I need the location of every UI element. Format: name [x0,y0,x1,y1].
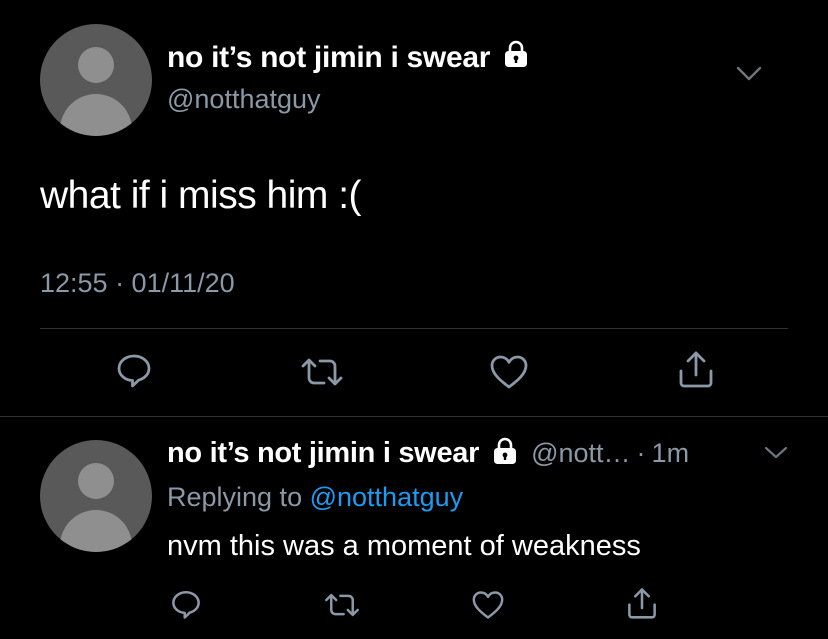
mention-link[interactable]: @notthatguy [310,482,464,512]
divider [0,416,828,417]
chevron-down-icon[interactable] [764,446,788,465]
retweet-icon[interactable] [322,588,362,622]
avatar-body [60,94,132,136]
share-icon[interactable] [676,348,716,390]
tweet-text: what if i miss him :( [40,174,362,217]
tweet-text: nvm this was a moment of weakness [167,530,641,562]
retweet-icon[interactable] [298,352,346,392]
avatar[interactable] [40,24,152,136]
avatar[interactable] [40,440,152,552]
avatar-head [78,463,114,499]
reply-tweet-header: no it’s not jimin i swear @nott… · 1m [167,437,689,470]
lock-icon [491,437,519,470]
avatar-body [60,510,132,552]
author-handle[interactable]: @notthatguy [167,84,321,115]
replying-to: Replying to @notthatguy [167,482,463,513]
display-name[interactable]: no it’s not jimin i swear [167,41,490,75]
tweet-timestamp[interactable]: 12:55 · 01/11/20 [40,268,235,299]
chevron-down-icon[interactable] [736,66,762,87]
reply-icon[interactable] [168,586,204,622]
reply-icon[interactable] [114,350,154,390]
tweet-age[interactable]: 1m [652,438,690,469]
heart-icon[interactable] [488,352,530,392]
display-name[interactable]: no it’s not jimin i swear [167,437,479,470]
replying-to-label: Replying to [167,482,303,512]
separator: · [636,438,646,468]
divider [40,328,788,329]
avatar-head [78,47,114,83]
lock-icon [502,40,530,76]
main-tweet-author[interactable]: no it’s not jimin i swear [167,40,530,76]
heart-icon[interactable] [470,588,506,622]
share-icon[interactable] [624,584,660,622]
author-handle[interactable]: @nott… [531,438,630,469]
